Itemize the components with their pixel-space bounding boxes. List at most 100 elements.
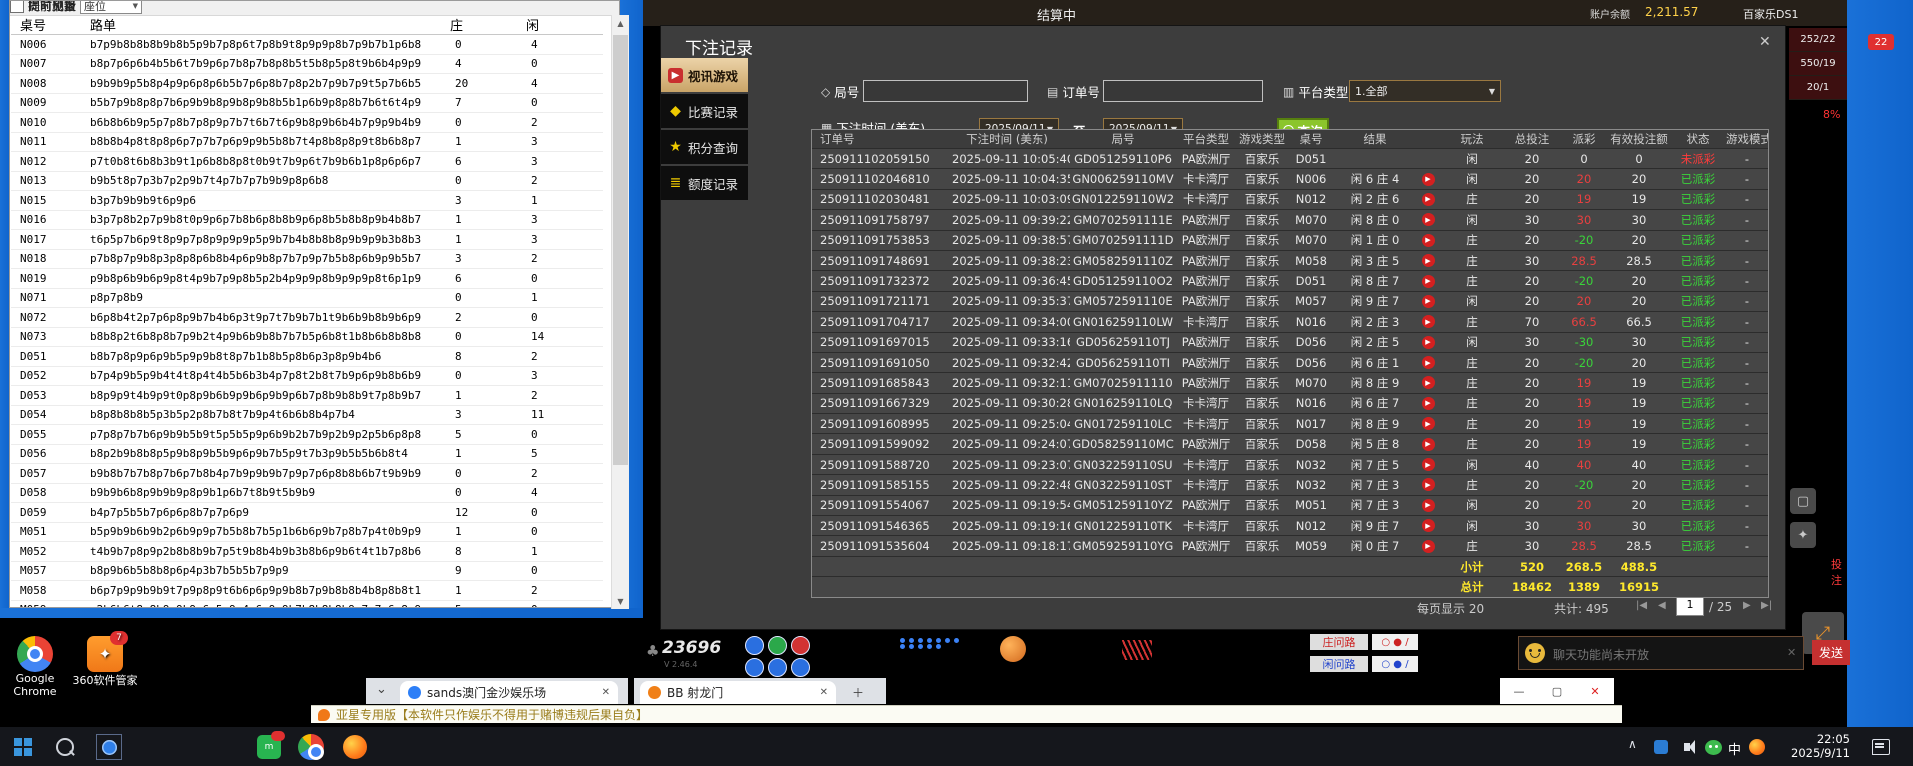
chrome-taskbar-icon[interactable] [298,734,324,760]
sidebar-tab[interactable]: ▶ 视讯游戏 [661,58,748,92]
cell-replay[interactable]: ▶ [1416,193,1440,206]
cell-replay[interactable]: ▶ [1416,356,1440,369]
cell-replay[interactable]: ▶ [1416,397,1440,410]
bet-row[interactable]: 250911091748691 2025-09-11 09:38:23 GM05… [812,251,1768,271]
replay-play-icon[interactable]: ▶ [1422,275,1435,288]
first-page-icon[interactable]: |◀ [1636,600,1647,611]
table-row[interactable]: D055 p7p8p7b7b6p9b9b5b9t5p5b5p9p6b9b2b7b… [11,425,603,445]
firefox-tray-icon[interactable] [1744,734,1770,760]
sidebar-tab[interactable]: ≣ 额度记录 [661,166,748,200]
cell-replay[interactable]: ▶ [1416,173,1440,186]
replay-play-icon[interactable]: ▶ [1422,193,1435,206]
replay-play-icon[interactable]: ▶ [1422,213,1435,226]
tray-app-icon[interactable] [1648,734,1674,760]
cell-replay[interactable]: ▶ [1416,234,1440,247]
cell-replay[interactable]: ▶ [1416,315,1440,328]
ask-player-button[interactable]: 闲问路 [1310,656,1368,672]
replay-play-icon[interactable]: ▶ [1422,540,1435,553]
minimize-button[interactable]: — [1500,678,1538,704]
bet-row[interactable]: 250911091704717 2025-09-11 09:34:00 GN01… [812,312,1768,332]
bet-row[interactable]: 250911091588720 2025-09-11 09:23:07 GN03… [812,455,1768,475]
chip-icon[interactable] [745,636,764,655]
table-row[interactable]: D058 b9b9b6b8p9b9b9p8p9b1p6b7t8b9t5b9b9 … [11,484,603,504]
chip-icon[interactable] [768,658,787,677]
replay-play-icon[interactable]: ▶ [1422,417,1435,430]
close-window-button[interactable]: ✕ [1576,678,1614,704]
bet-row[interactable]: 250911091554067 2025-09-11 09:19:54 GM05… [812,496,1768,516]
order-input[interactable] [1103,80,1263,102]
browser-tab[interactable]: sands澳门金沙娱乐场 ✕ [400,681,618,704]
next-page-icon[interactable]: ▶ [1743,600,1751,611]
bet-row[interactable]: 250911091758797 2025-09-11 09:39:22 GM07… [812,210,1768,230]
cell-replay[interactable]: ▶ [1416,254,1440,267]
seat-dropdown[interactable]: 座位 ▼ [80,1,142,14]
table-row[interactable]: D052 b7p4p9b5p9b4t4t8p4t4b5b6b3b4p7p8t2b… [11,367,603,387]
table-row[interactable]: M052 t4b9b7p8p9p2b8b8b9b7p5t9b8b4b9b3b8b… [11,542,603,562]
table-row[interactable]: N008 b9b9b9p5b8p4p9p6p8p6b5b7p6p8b7p8p2b… [11,74,603,94]
checkbox[interactable] [10,1,24,13]
replay-play-icon[interactable]: ▶ [1422,234,1435,247]
table-row[interactable]: N011 b8b8b4p8t8p8p6p7p7b7p6p9p9b5b8b7t4p… [11,133,603,153]
cell-replay[interactable]: ▶ [1416,336,1440,349]
replay-play-icon[interactable]: ▶ [1422,499,1435,512]
wheel-icon[interactable] [1000,636,1026,662]
scrollbar-thumb[interactable] [613,35,628,465]
platform-select[interactable]: 1.全部 ▼ [1349,80,1501,102]
wechat-tray-icon[interactable] [1700,734,1726,760]
table-row[interactable]: N013 b9b5t8p7p3b7p2p9b7t4p7b7p7b9b9p8p6b… [11,172,603,192]
scrollbar[interactable]: ▲ ▼ [611,15,629,609]
replay-play-icon[interactable]: ▶ [1422,254,1435,267]
meeting-app-icon[interactable]: m [256,734,282,760]
table-row[interactable]: M058 b6p7p9p9b9b9t7p9p8p9t6b6p6p9p9b8b7p… [11,581,603,601]
table-row[interactable]: D054 b8p8b8b8b5p3b5p2p8b7b8t7b9p4t6b6b8b… [11,406,603,426]
bet-row[interactable]: 250911091599092 2025-09-11 09:24:07 GD05… [812,434,1768,454]
bet-row[interactable]: 250911091546365 2025-09-11 09:19:16 GN01… [812,516,1768,536]
tab-close-icon[interactable]: ✕ [820,687,828,698]
ime-indicator[interactable]: 中 [1728,739,1741,758]
table-row[interactable]: M059 p2b6b6t8p8b9p9b9p6p5p9p4p6p9p9b7b8b… [11,601,603,608]
table-row[interactable]: N072 b6p8b4t2p7p6p8p9b7b4b6p3t9p7t7b9b7b… [11,308,603,328]
replay-play-icon[interactable]: ▶ [1422,356,1435,369]
cell-replay[interactable]: ▶ [1416,478,1440,491]
cell-replay[interactable]: ▶ [1416,519,1440,532]
page-input[interactable]: 1 [1676,597,1704,616]
bet-row[interactable]: 250911102059150 2025-09-11 10:05:40 GD05… [812,149,1768,169]
bet-row[interactable]: 250911091667329 2025-09-11 09:30:28 GN01… [812,394,1768,414]
tab-search-chevron-icon[interactable]: ⌄ [376,682,387,697]
table-row[interactable]: N018 p7b8p7p9b8p3p8p8p6b8b4p6p9b8p7b7p9p… [11,250,603,270]
table-row[interactable]: N019 p9b8p6b9b6p9p8t4p9b7p9p8b5p2b4p9p9p… [11,269,603,289]
table-row[interactable]: N009 b5b7p9b8p8p7b6p9b9b8p9b8p9b8b5b1p6b… [11,94,603,114]
chip-icon[interactable] [791,636,810,655]
cell-replay[interactable]: ▶ [1416,376,1440,389]
chip-icon[interactable] [791,658,810,677]
action-center-icon[interactable] [1868,734,1894,760]
taskbar-search-icon[interactable] [52,734,78,760]
table-row[interactable]: N016 b3p7p8b2p7p9b8t0p9p6p7b8b6p8b8b9p6p… [11,211,603,231]
table-row[interactable]: D056 b8p2b9b8b8p5p9b8p9b5b9p6p9b7b5p9t7b… [11,445,603,465]
prev-page-icon[interactable]: ◀ [1658,600,1666,611]
table-row[interactable]: N015 b3p7b9b9b9t6p9p6 3 1 [11,191,603,211]
bet-row[interactable]: 250911091608995 2025-09-11 09:25:04 GN01… [812,414,1768,434]
bet-row[interactable]: 250911091585155 2025-09-11 09:22:48 GN03… [812,475,1768,495]
last-page-icon[interactable]: ▶| [1761,600,1772,611]
replay-play-icon[interactable]: ▶ [1422,173,1435,186]
desktop-icon-360[interactable]: ✦ 7 360软件管家 [70,636,140,688]
table-row[interactable]: M057 b8p9b6b5b8b8p6p4p3b7b5b5b7p9p9 9 0 [11,562,603,582]
replay-play-icon[interactable]: ▶ [1422,295,1435,308]
bet-row[interactable]: 250911091691050 2025-09-11 09:32:42 GD05… [812,353,1768,373]
firefox-taskbar-icon[interactable] [342,734,368,760]
bet-row[interactable]: 250911091721171 2025-09-11 09:35:37 GM05… [812,292,1768,312]
tray-expand-icon[interactable]: ∧ [1628,737,1637,751]
browser-tab[interactable]: BB 射龙门 ✕ [640,681,836,704]
table-row[interactable]: D053 b8p9p9t4b9p9t0p8p9b6b9p9b6p9b9p6b7p… [11,386,603,406]
table-row[interactable]: N010 b6b8b6b9p5p7p8b7p8p9p7b7t6b7t6p9b8p… [11,113,603,133]
replay-play-icon[interactable]: ▶ [1422,478,1435,491]
replay-play-icon[interactable]: ▶ [1422,458,1435,471]
table-row[interactable]: D057 b9b8b7b7b8p7b6p7b8b4p7b9p9b9b7p9p7p… [11,464,603,484]
cell-replay[interactable]: ▶ [1416,417,1440,430]
table-row[interactable]: N012 p7t0b8t6b8b3b9t1p6b8b8p8t0b9t7b9p6t… [11,152,603,172]
bet-row[interactable]: 250911091685843 2025-09-11 09:32:11 GM07… [812,373,1768,393]
table-row[interactable]: M051 b5p9b9b6b9b2p6b9p9p7b5b8b7b5p1b6b6p… [11,523,603,543]
close-icon[interactable]: ✕ [1759,34,1771,50]
cell-replay[interactable]: ▶ [1416,275,1440,288]
